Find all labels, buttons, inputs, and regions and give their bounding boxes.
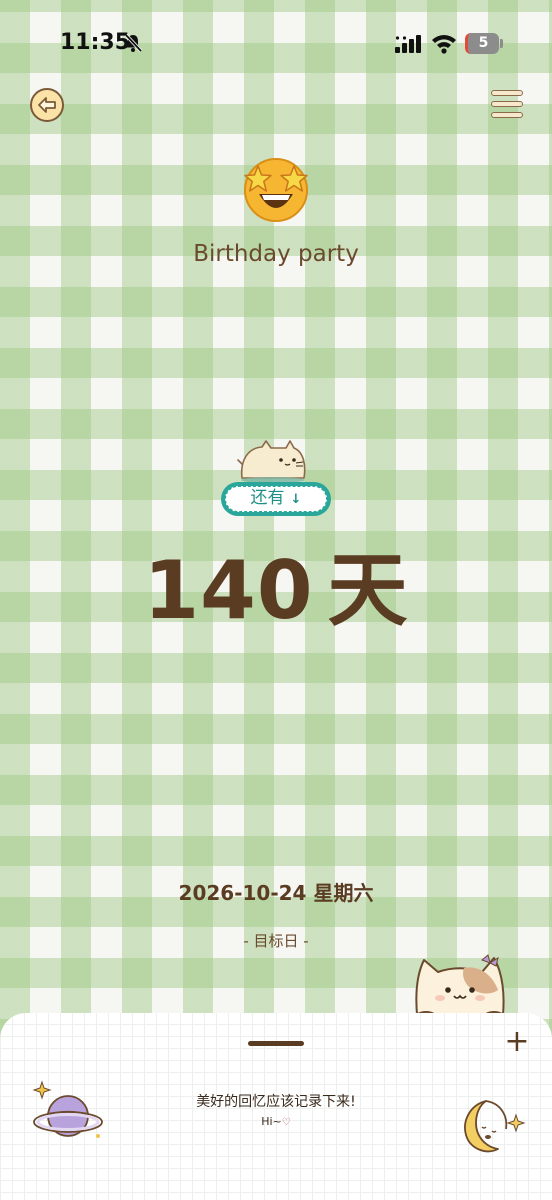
status-bar: 11:35 5 xyxy=(0,0,552,90)
bell-slash-icon xyxy=(124,33,143,53)
menu-bar-middle xyxy=(491,101,523,107)
target-day-label: - 目标日 - xyxy=(243,932,309,950)
greeting-text: Hi~ xyxy=(261,1115,282,1128)
sheet-handle[interactable] xyxy=(248,1041,304,1046)
remaining-badge-inner: 还有 ↓ xyxy=(225,486,327,512)
cat-sticker-icon xyxy=(237,440,306,483)
battery-icon: 5 xyxy=(465,33,499,54)
menu-button[interactable] xyxy=(491,88,525,122)
days-unit: 天 xyxy=(327,544,409,637)
wifi-icon xyxy=(432,35,456,54)
plus-icon: + xyxy=(504,1024,530,1059)
moon-icon xyxy=(464,1100,526,1153)
days-countdown: 140 天 xyxy=(0,546,552,636)
event-title: Birthday party xyxy=(193,241,359,267)
signal-icon xyxy=(395,35,421,53)
status-time: 11:35 xyxy=(60,30,131,55)
target-date: 2026-10-24 星期六 xyxy=(178,881,374,905)
heart-icon: ♡ xyxy=(281,1117,291,1128)
battery-level: 5 xyxy=(478,35,489,51)
menu-bar-top xyxy=(491,90,523,96)
star-struck-emoji-icon[interactable] xyxy=(240,152,312,224)
menu-bar-bottom xyxy=(491,112,523,118)
bottom-sheet: + 美好的回忆应该记录下来! Hi~♡ xyxy=(0,1013,552,1200)
remaining-label: 还有 xyxy=(250,488,285,508)
planet-icon xyxy=(32,1080,103,1138)
days-value: 140 xyxy=(143,544,314,637)
arrow-left-icon xyxy=(38,97,56,113)
back-button[interactable] xyxy=(30,88,64,122)
add-button[interactable]: + xyxy=(502,1027,532,1058)
arrow-down-icon: ↓ xyxy=(290,492,302,507)
battery-nub xyxy=(500,39,503,48)
remaining-badge: 还有 ↓ xyxy=(221,482,331,516)
